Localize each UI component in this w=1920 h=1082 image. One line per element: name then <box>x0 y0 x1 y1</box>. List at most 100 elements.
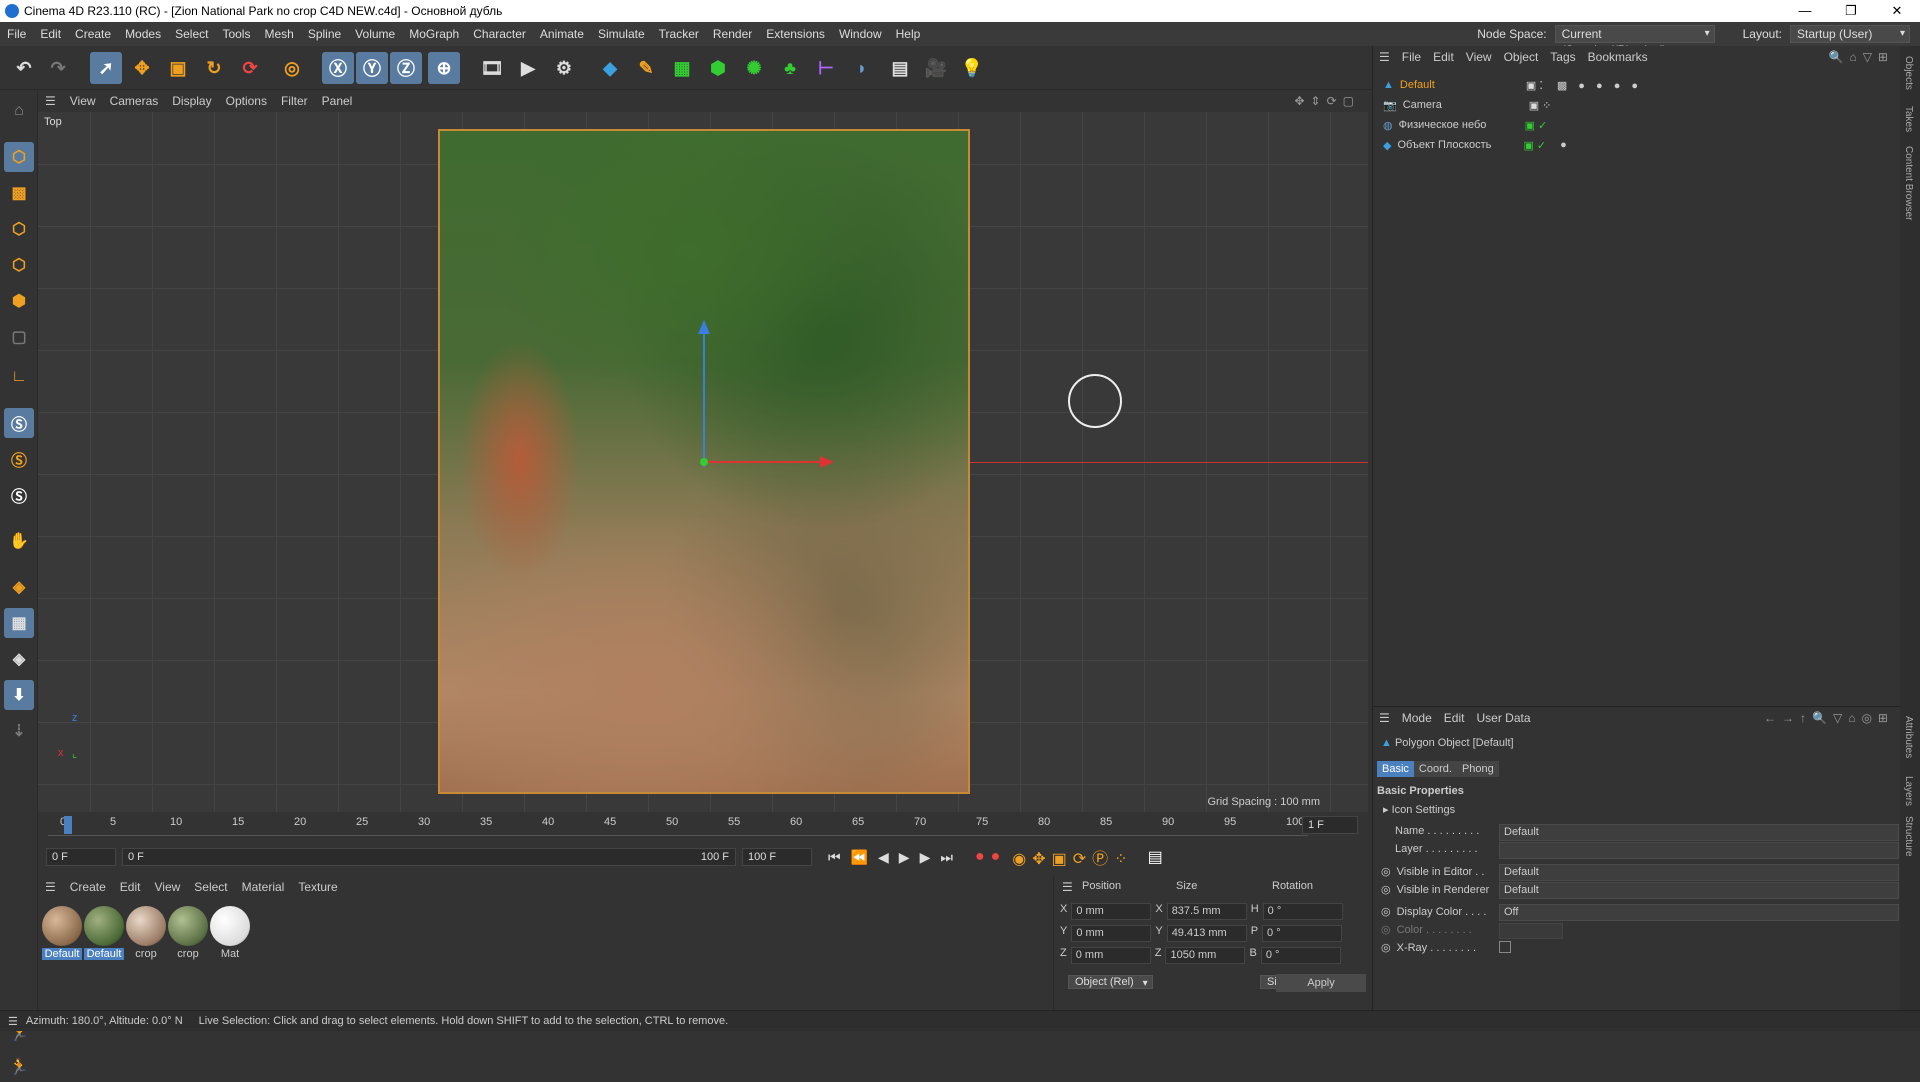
current-frame-field[interactable]: 1 F <box>1302 816 1358 834</box>
points-mode-icon[interactable]: ⬡ <box>4 214 34 244</box>
animate-dot-icon[interactable]: ◎ <box>1381 883 1391 896</box>
menu-extensions[interactable]: Extensions <box>759 22 832 46</box>
obj-menu-tags[interactable]: Tags <box>1544 50 1581 64</box>
menu-volume[interactable]: Volume <box>348 22 402 46</box>
material-swatch[interactable]: Default <box>84 906 124 960</box>
autokey-icon[interactable]: ● <box>991 848 1001 866</box>
solo-off-icon[interactable]: ⇣ <box>4 716 34 746</box>
attr-nav-icons[interactable]: ←→↑🔍▽⌂◎⊞ <box>1764 711 1894 725</box>
locked-workplane-icon[interactable]: ▦ <box>4 608 34 638</box>
size-y-field[interactable]: 49.413 mm <box>1166 925 1247 942</box>
menu-tools[interactable]: Tools <box>215 22 257 46</box>
menu-file[interactable]: File <box>0 22 33 46</box>
timeline-settings-icon[interactable]: ▤ <box>1148 847 1163 867</box>
uv-mode-icon[interactable]: ▢ <box>4 322 34 352</box>
side-tab-takes[interactable]: Takes <box>1903 106 1914 132</box>
obj-menu-edit[interactable]: Edit <box>1427 50 1460 64</box>
hamburger-icon[interactable]: ☰ <box>38 880 63 894</box>
display-color-dropdown[interactable]: Off <box>1499 904 1899 921</box>
render-picture-viewer-icon[interactable]: ▶ <box>512 52 544 84</box>
menu-help[interactable]: Help <box>889 22 928 46</box>
hamburger-icon[interactable]: ☰ <box>1373 50 1396 64</box>
menu-create[interactable]: Create <box>68 22 118 46</box>
scale-icon[interactable]: ▣ <box>162 52 194 84</box>
redo-icon[interactable]: ↷ <box>42 52 74 84</box>
obj-menu-bookmarks[interactable]: Bookmarks <box>1582 50 1654 64</box>
model-mode-icon[interactable]: ⬡ <box>4 142 34 172</box>
mat-menu-select[interactable]: Select <box>187 880 234 894</box>
workplane-icon[interactable]: ◈ <box>4 572 34 602</box>
name-field[interactable]: Default <box>1499 824 1899 841</box>
position-z-field[interactable]: 0 mm <box>1070 947 1151 964</box>
hamburger-icon[interactable]: ☰ <box>38 94 63 108</box>
polygons-mode-icon[interactable]: ⬢ <box>4 286 34 316</box>
hamburger-icon[interactable]: ☰ <box>1062 880 1073 894</box>
playhead[interactable] <box>64 816 72 834</box>
extrude-icon[interactable]: ⬢ <box>702 52 734 84</box>
tweak-mode-icon[interactable]: ✋ <box>4 526 34 556</box>
xray-checkbox[interactable] <box>1499 941 1511 953</box>
material-tags-icon[interactable]: ▩ ● ● ● ● <box>1557 79 1642 92</box>
x-axis-gizmo[interactable] <box>705 461 825 463</box>
visibility-icon[interactable]: ▣ ✓ <box>1525 119 1548 132</box>
mat-menu-view[interactable]: View <box>147 880 187 894</box>
gizmo-center-icon[interactable] <box>700 458 708 466</box>
x-axis-handle[interactable] <box>970 462 1368 463</box>
side-tab-objects[interactable]: Objects <box>1903 56 1914 90</box>
layout-dropdown[interactable]: Startup (User) <box>1790 25 1910 43</box>
viewport-menu-cameras[interactable]: Cameras <box>103 94 166 108</box>
material-swatch[interactable]: crop <box>126 906 166 960</box>
rotate-icon[interactable]: ↻ <box>198 52 230 84</box>
cloner-icon[interactable]: ✺ <box>738 52 770 84</box>
menu-window[interactable]: Window <box>832 22 889 46</box>
y-axis-icon[interactable]: Ⓨ <box>356 52 388 84</box>
side-tab-layers[interactable]: Layers <box>1903 776 1914 806</box>
environment-icon[interactable]: ◗ <box>846 52 878 84</box>
menu-edit[interactable]: Edit <box>33 22 68 46</box>
hamburger-icon[interactable]: ☰ <box>8 1015 18 1028</box>
viewport-nav-icons[interactable]: ✥⇕⟳▢ <box>1294 94 1360 108</box>
menu-character[interactable]: Character <box>466 22 533 46</box>
tab-coord[interactable]: Coord. <box>1413 761 1457 777</box>
menu-mograph[interactable]: MoGraph <box>402 22 466 46</box>
object-row-default[interactable]: ▲ Default ▣ ⁚ ▩ ● ● ● ● <box>1383 76 1642 94</box>
bend-icon[interactable]: ⊢ <box>810 52 842 84</box>
layer-field[interactable] <box>1499 842 1899 859</box>
node-space-dropdown[interactable]: Current (Standard/Physical) <box>1554 25 1715 57</box>
texture-mode-icon[interactable]: ▩ <box>4 178 34 208</box>
close-button[interactable]: ✕ <box>1874 0 1920 22</box>
motion-icon[interactable]: 🏃 <box>4 1052 34 1082</box>
object-row-plane[interactable]: ◆ Объект Плоскость ▣ ✓ ● <box>1383 136 1567 154</box>
obj-menu-file[interactable]: File <box>1396 50 1427 64</box>
material-swatch[interactable]: crop <box>168 906 208 960</box>
psr-icon[interactable]: ⟳ <box>234 52 266 84</box>
menu-modes[interactable]: Modes <box>118 22 168 46</box>
timeline-ruler[interactable]: 0 5 10 15 20 25 30 35 40 45 50 55 60 65 … <box>48 814 1308 836</box>
material-swatch[interactable]: Mat <box>210 906 250 960</box>
menu-render[interactable]: Render <box>706 22 759 46</box>
axis-mode-icon[interactable]: ∟ <box>4 362 34 392</box>
render-settings-icon[interactable]: ⚙ <box>548 52 580 84</box>
tab-basic[interactable]: Basic <box>1377 761 1414 777</box>
object-row-sky[interactable]: ◍ Физическое небо ▣ ✓ <box>1383 116 1547 134</box>
rotation-b-field[interactable]: 0 ° <box>1260 947 1341 964</box>
position-x-field[interactable]: 0 mm <box>1071 903 1152 920</box>
viewport[interactable]: Top x ⌞ z Grid Spacing : 100 mm <box>38 112 1368 812</box>
rotation-p-field[interactable]: 0 ° <box>1262 925 1343 942</box>
x-axis-arrow-icon[interactable] <box>820 456 834 468</box>
playback-controls[interactable]: ⏮⏪◀▶▶⏭ <box>828 849 963 866</box>
obj-menu-object[interactable]: Object <box>1498 50 1545 64</box>
snap-workplane-icon[interactable]: Ⓢ <box>4 480 34 510</box>
frame-range-slider[interactable]: 0 F 100 F <box>122 848 736 866</box>
visible-in-renderer-dropdown[interactable]: Default <box>1499 882 1899 899</box>
menu-select[interactable]: Select <box>168 22 215 46</box>
live-selection-icon[interactable]: ➚ <box>90 52 122 84</box>
animate-dot-icon[interactable]: ◎ <box>1381 941 1391 954</box>
size-x-field[interactable]: 837.5 mm <box>1166 903 1247 920</box>
object-row-camera[interactable]: 📷 Camera ▣ ⁘ <box>1383 96 1551 114</box>
z-axis-handle[interactable] <box>703 327 705 467</box>
mat-menu-edit[interactable]: Edit <box>113 880 148 894</box>
viewport-menu-filter[interactable]: Filter <box>274 94 315 108</box>
end-frame-field[interactable]: 100 F <box>742 848 812 866</box>
mat-menu-texture[interactable]: Texture <box>291 880 344 894</box>
